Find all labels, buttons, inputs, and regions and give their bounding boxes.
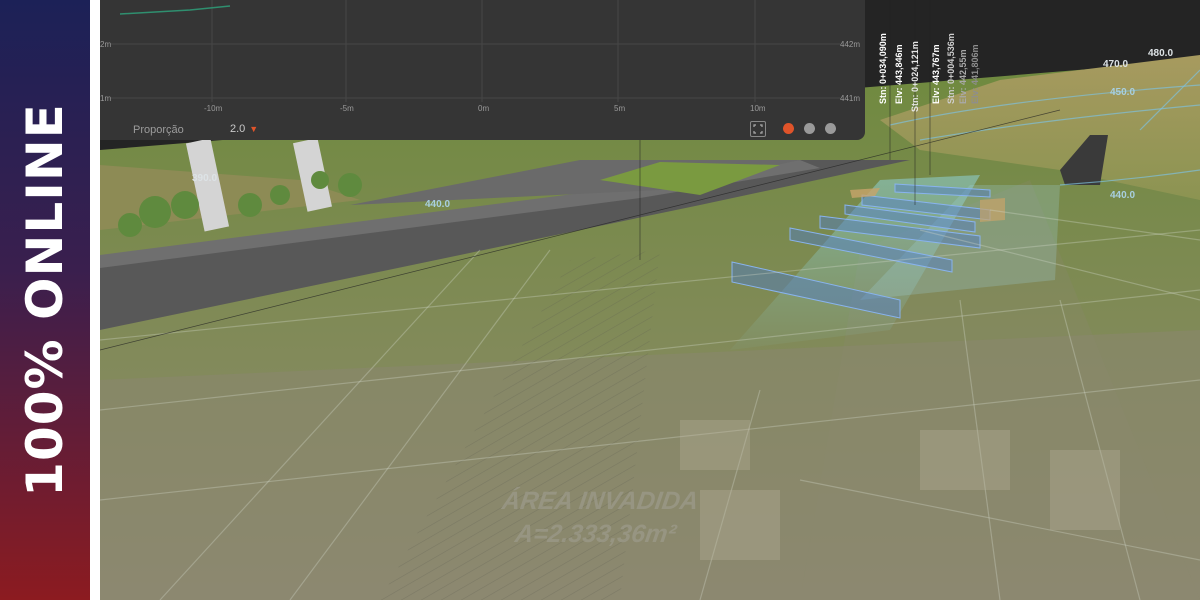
proportion-select[interactable]: 2.0 ▼: [230, 123, 258, 135]
proportion-value: 2.0: [230, 123, 246, 135]
invaded-area-title: ÁREA INVADIDA: [500, 487, 701, 515]
y-tick-left: 1m: [100, 94, 112, 103]
fullscreen-button[interactable]: [750, 121, 766, 137]
y-tick-left: 2m: [100, 40, 112, 49]
station-label: Stn: 0+004,536m: [946, 33, 956, 104]
elevation-label: Elv: 443,767m: [931, 44, 941, 104]
promo-banner: 100% ONLINE: [0, 0, 90, 600]
banner-text: 100% ONLINE: [16, 103, 74, 497]
pagination-dot-3[interactable]: [825, 123, 836, 134]
y-tick-right: 442m: [840, 40, 861, 49]
contour-label-470: 470.0: [1103, 59, 1129, 70]
elevation-label: Elv: 443,846m: [894, 44, 904, 104]
x-tick: 10m: [750, 104, 766, 113]
contour-label-390: 390.0: [192, 173, 218, 184]
elevation-label: Elv: 442,55m: [958, 49, 968, 104]
pagination-dot-1[interactable]: [783, 123, 794, 134]
expand-icon: [753, 124, 763, 134]
x-tick: -5m: [340, 104, 354, 113]
invaded-area-value: A=2.333,36m²: [513, 520, 678, 548]
y-tick-right: 441m: [840, 94, 861, 103]
x-tick: -10m: [204, 104, 223, 113]
caret-down-icon: ▼: [249, 124, 259, 134]
station-label: Stn: 0+034,090m: [878, 33, 888, 104]
contour-label-480: 480.0: [1148, 48, 1174, 59]
banner-divider: [90, 0, 100, 600]
contour-label-450: 450.0: [1110, 87, 1136, 98]
contour-label-440-left: 440.0: [425, 199, 451, 210]
x-tick: 5m: [614, 104, 626, 113]
proportion-label: Proporção: [133, 124, 184, 136]
x-tick: 0m: [478, 104, 490, 113]
profile-graph: [110, 0, 840, 102]
pagination-dot-2[interactable]: [804, 123, 815, 134]
invaded-area-label: ÁREA INVADIDA A=2.333,36m²: [495, 485, 700, 551]
station-label: Stn: 0+024,121m: [910, 41, 920, 112]
profile-panel: 2m 1m 442m 441m -10m -5m 0m 5m 10m Propo…: [100, 0, 865, 140]
contour-label-440-right: 440.0: [1110, 190, 1136, 201]
elevation-label: Elv: 441,806m: [970, 44, 980, 104]
